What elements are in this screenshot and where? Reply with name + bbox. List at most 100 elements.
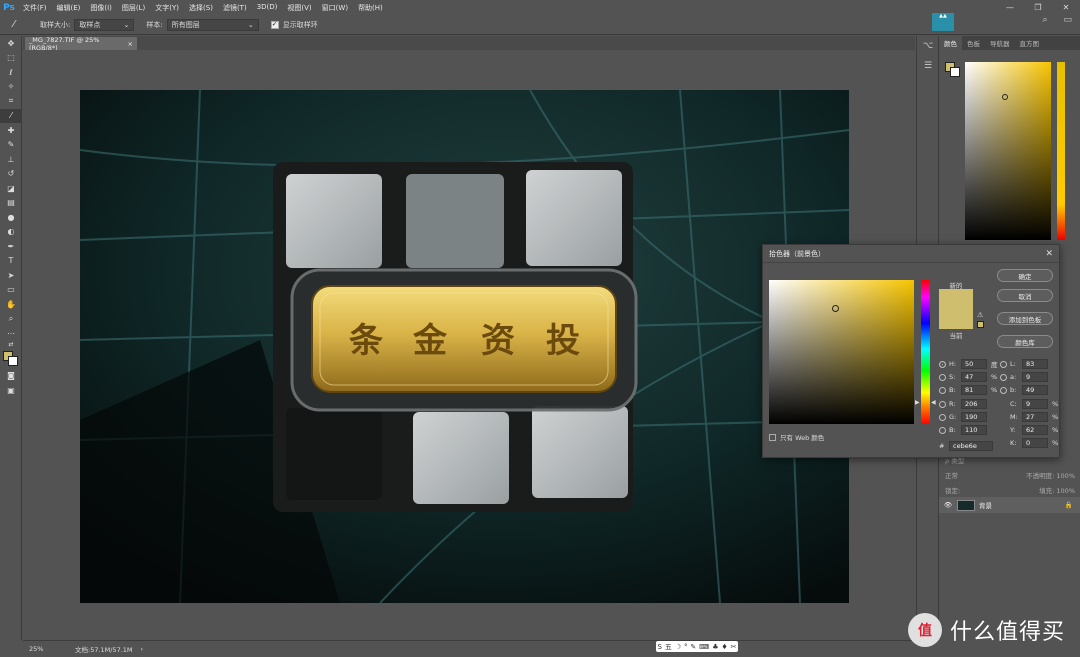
screen-mode-icon[interactable]: ▣: [0, 383, 22, 398]
crop-tool-icon[interactable]: ⌗: [0, 94, 22, 109]
panel-tab[interactable]: 颜色: [939, 36, 962, 50]
lab-radio[interactable]: [1000, 373, 1007, 381]
rgb-input[interactable]: 190: [961, 412, 987, 422]
layer-row[interactable]: 👁 背景 🔒: [939, 497, 1080, 513]
ime-button[interactable]: 五: [665, 642, 672, 652]
rgb-radio[interactable]: [939, 426, 946, 434]
lab-input[interactable]: 9: [1022, 372, 1048, 382]
menu-item[interactable]: 滤镜(T): [218, 3, 252, 13]
hue-slider[interactable]: [921, 280, 930, 424]
color-libraries-button[interactable]: 颜色库: [997, 335, 1053, 348]
lab-input[interactable]: 49: [1022, 385, 1048, 395]
dodge-tool-icon[interactable]: ◐: [0, 225, 22, 240]
color-field[interactable]: [769, 280, 914, 424]
fill-field[interactable]: 填充: 100%: [1039, 485, 1075, 495]
swap-colors-icon[interactable]: ⇄: [0, 341, 22, 349]
cmyk-input[interactable]: 9: [1022, 399, 1048, 409]
ime-button[interactable]: °: [684, 643, 688, 651]
history-panel-icon[interactable]: ⌥: [917, 36, 939, 56]
rgb-radio[interactable]: [939, 413, 946, 421]
lab-radio[interactable]: [1000, 360, 1007, 368]
sample-select[interactable]: 所有图层 ⌄: [166, 18, 259, 31]
lab-radio[interactable]: [1000, 386, 1007, 394]
brush-tool-icon[interactable]: ✎: [0, 138, 22, 153]
hsb-radio[interactable]: [939, 373, 946, 381]
cmyk-input[interactable]: 27: [1022, 412, 1048, 422]
pen-tool-icon[interactable]: ✒: [0, 239, 22, 254]
ime-button[interactable]: ⌨: [699, 643, 709, 651]
ime-button[interactable]: ♦: [721, 643, 727, 651]
minimize-button[interactable]: —: [996, 0, 1024, 15]
menu-item[interactable]: 文字(Y): [150, 3, 184, 13]
ime-button[interactable]: S: [657, 643, 661, 651]
show-ring-checkbox[interactable]: ✓: [270, 20, 279, 29]
hsb-input[interactable]: 81: [961, 385, 987, 395]
lasso-tool-icon[interactable]: ℓ: [0, 65, 22, 80]
menu-item[interactable]: 文件(F): [18, 3, 52, 13]
hue-slider-right-arrow[interactable]: ◀: [931, 399, 936, 406]
hsb-input[interactable]: 50: [961, 359, 987, 369]
more-tools-icon[interactable]: ⋯: [0, 326, 22, 341]
lab-input[interactable]: 83: [1022, 359, 1048, 369]
magic-wand-tool-icon[interactable]: ✧: [0, 80, 22, 95]
cmyk-input[interactable]: 0: [1022, 438, 1048, 448]
hex-input[interactable]: cebe6e: [949, 441, 993, 451]
ime-button[interactable]: ✎: [690, 643, 696, 651]
status-menu-arrow[interactable]: ›: [141, 645, 144, 653]
cmyk-input[interactable]: 62: [1022, 425, 1048, 435]
gradient-tool-icon[interactable]: ▤: [0, 196, 22, 211]
marquee-tool-icon[interactable]: ⬚: [0, 51, 22, 66]
zoom-tool-icon[interactable]: ⌕: [0, 312, 22, 327]
path-selection-tool-icon[interactable]: ➤: [0, 268, 22, 283]
rgb-radio[interactable]: [939, 400, 946, 408]
eraser-tool-icon[interactable]: ◪: [0, 181, 22, 196]
blend-mode-select[interactable]: 正常: [945, 470, 958, 480]
tab-close-icon[interactable]: ×: [128, 40, 133, 48]
ime-button[interactable]: ✂: [731, 643, 737, 651]
restore-button[interactable]: ❐: [1024, 0, 1052, 15]
close-window-button[interactable]: ✕: [1052, 0, 1080, 15]
panel-tab[interactable]: 直方图: [1015, 36, 1045, 50]
hand-tool-icon[interactable]: ✋: [0, 297, 22, 312]
panel-tab[interactable]: 色板: [962, 36, 985, 50]
hsb-radio[interactable]: [939, 386, 946, 394]
rectangle-tool-icon[interactable]: ▭: [0, 283, 22, 298]
panel-background-swatch[interactable]: [950, 67, 960, 77]
color-field-marker[interactable]: [832, 305, 839, 312]
opacity-field[interactable]: 不透明度: 100%: [1026, 470, 1075, 480]
rgb-input[interactable]: 206: [961, 399, 987, 409]
ok-button[interactable]: 确定: [997, 269, 1053, 282]
menu-item[interactable]: 图层(L): [117, 3, 150, 13]
visibility-icon[interactable]: 👁: [939, 501, 957, 509]
search-icon[interactable]: ⌕: [1042, 15, 1047, 25]
move-tool-icon[interactable]: ✥: [0, 36, 22, 51]
hsb-input[interactable]: 47: [961, 372, 987, 382]
eyedropper-preset-icon[interactable]: ⁄: [0, 19, 28, 30]
blur-tool-icon[interactable]: ●: [0, 210, 22, 225]
panel-tab[interactable]: 导航器: [985, 36, 1015, 50]
web-only-checkbox[interactable]: [769, 433, 776, 441]
add-to-swatches-button[interactable]: 添加到色板: [997, 312, 1053, 325]
hue-slider-left-arrow[interactable]: ▶: [915, 399, 920, 406]
type-tool-icon[interactable]: T: [0, 254, 22, 269]
menu-item[interactable]: 图像(I): [85, 3, 117, 13]
healing-brush-tool-icon[interactable]: ✚: [0, 123, 22, 138]
current-color-swatch[interactable]: [939, 309, 973, 329]
menu-item[interactable]: 窗口(W): [317, 3, 353, 13]
gamut-swatch[interactable]: [977, 321, 984, 328]
menu-item[interactable]: 帮助(H): [353, 3, 388, 13]
rgb-input[interactable]: 110: [961, 425, 987, 435]
menu-item[interactable]: 视图(V): [282, 3, 316, 13]
quick-mask-icon[interactable]: ◙: [0, 369, 22, 384]
document-tab[interactable]: _MG_7827.TIF @ 25%(RGB/8*) ×: [25, 36, 137, 52]
menu-item[interactable]: 选择(S): [184, 3, 218, 13]
sample-size-select[interactable]: 取样点 ⌄: [74, 18, 135, 31]
clone-stamp-tool-icon[interactable]: ⊥: [0, 152, 22, 167]
color-panel-hue-slider[interactable]: [1057, 62, 1065, 240]
properties-panel-icon[interactable]: ☰: [917, 56, 939, 76]
hsb-radio[interactable]: [939, 360, 946, 368]
zoom-level[interactable]: 25%: [29, 645, 69, 653]
menu-item[interactable]: 3D(D): [252, 3, 283, 13]
background-color-swatch[interactable]: [8, 355, 18, 366]
cancel-button[interactable]: 取消: [997, 289, 1053, 302]
